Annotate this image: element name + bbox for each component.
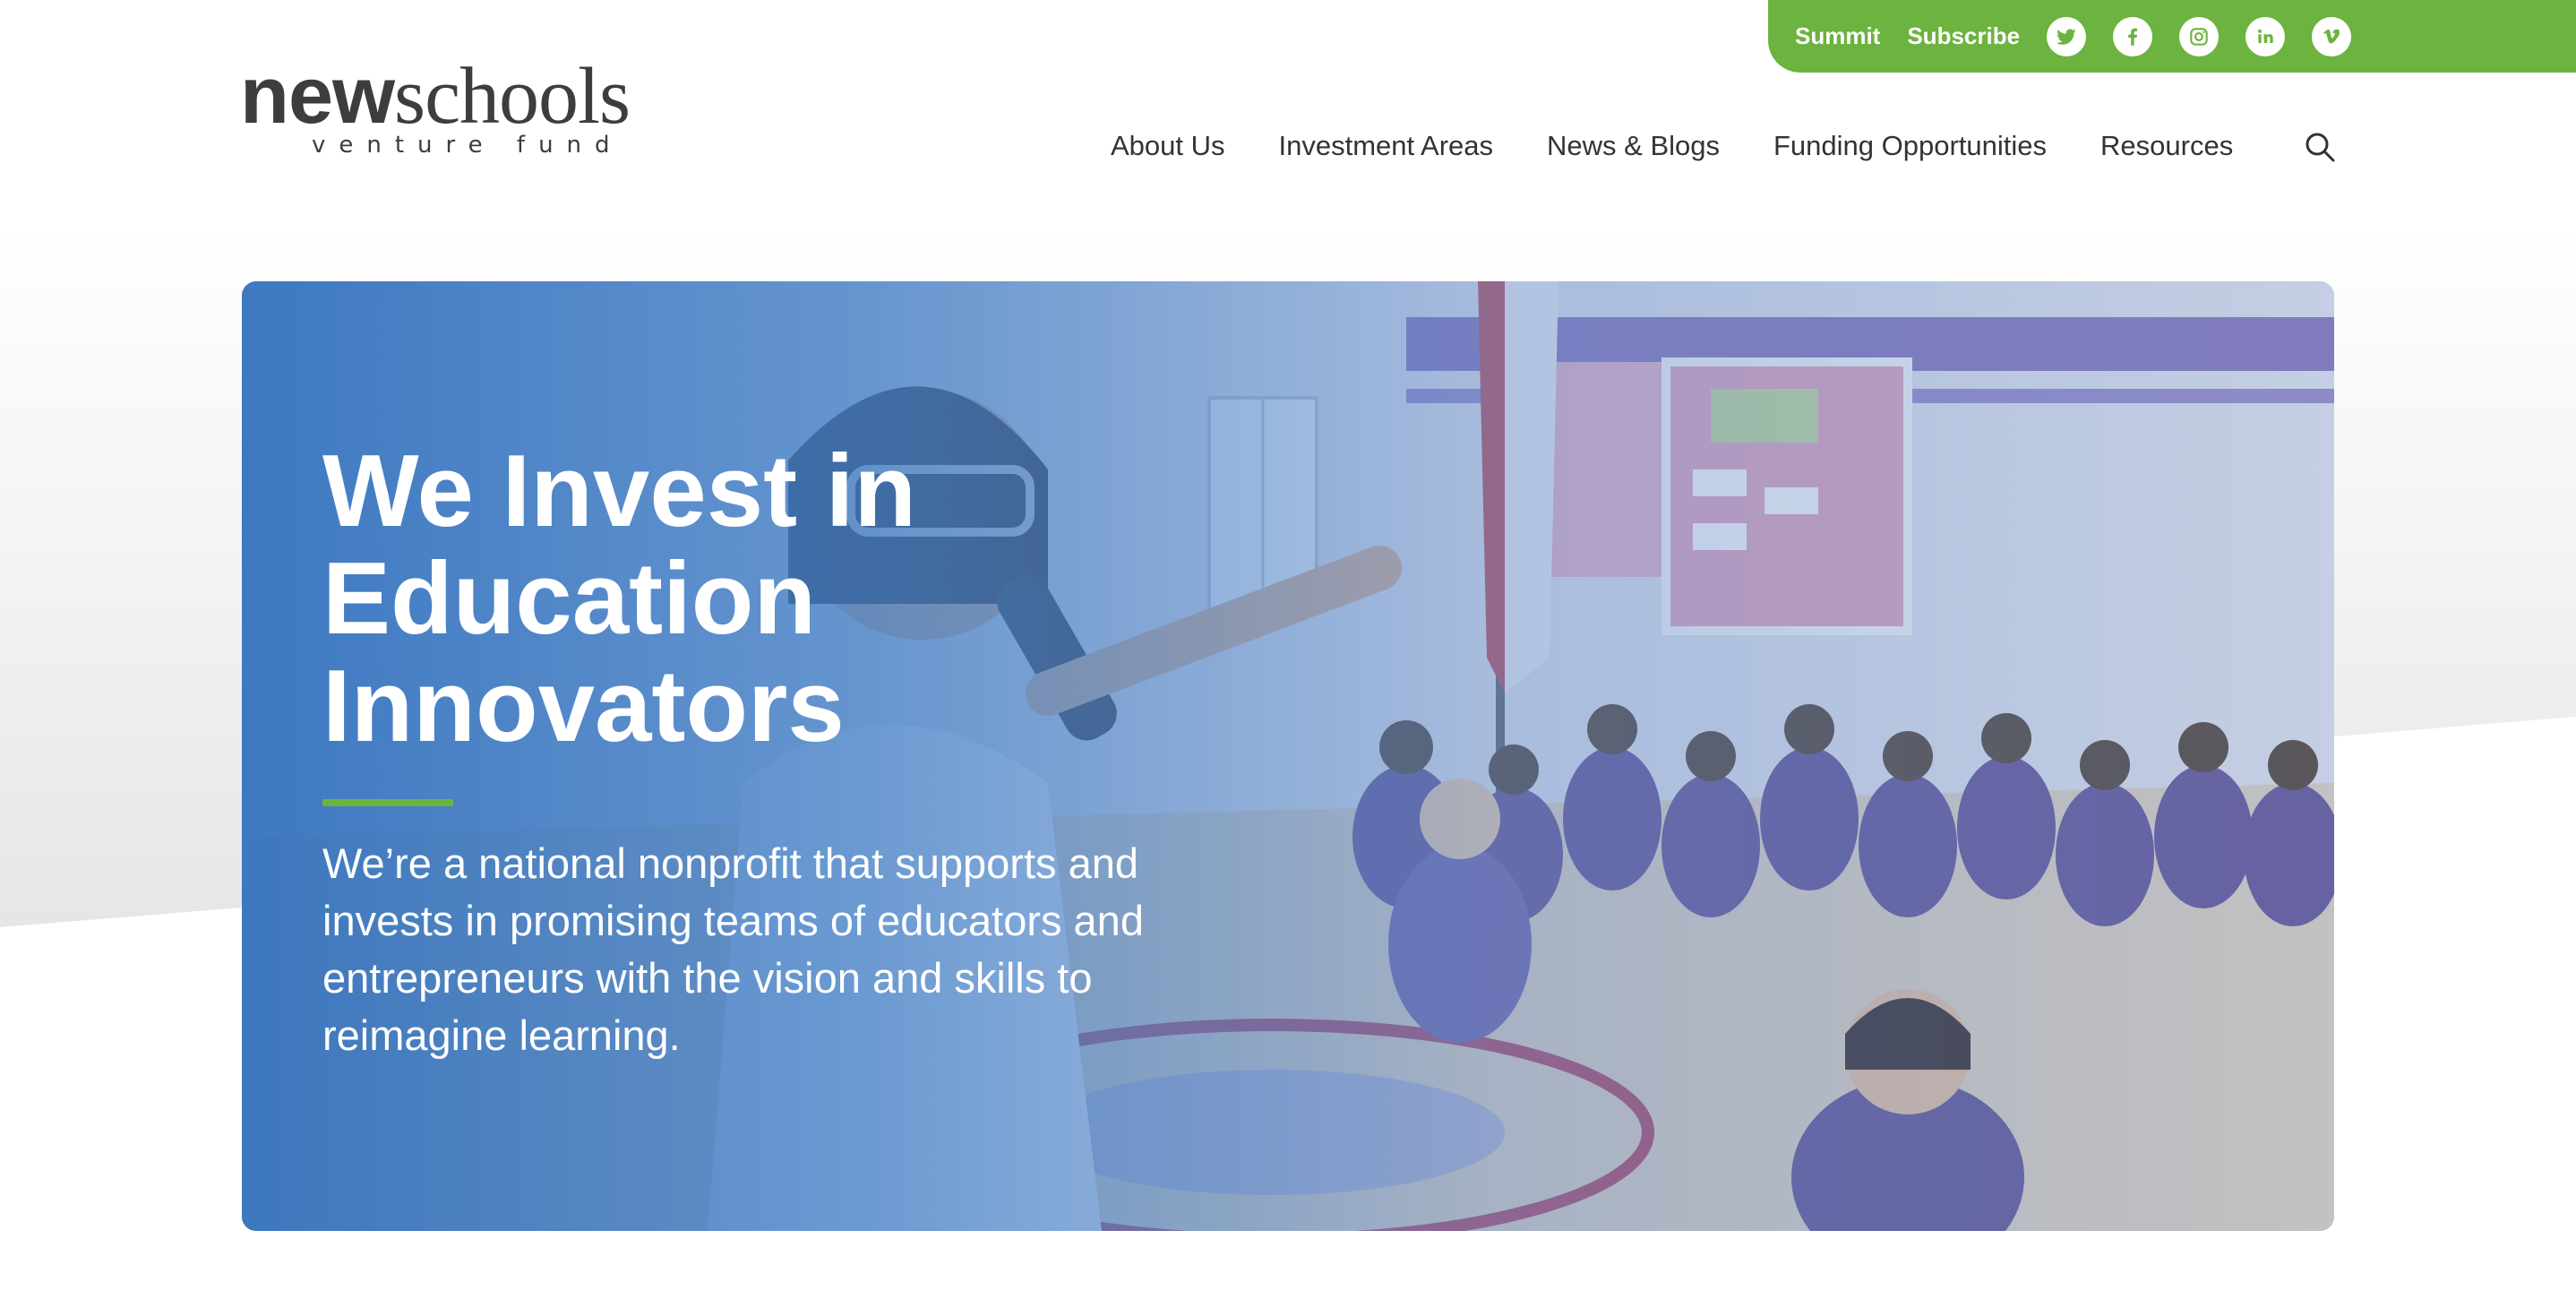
nav-item-investment-areas[interactable]: Investment Areas [1279,130,1494,162]
hero-description: We’re a national nonprofit that supports… [322,839,1144,1059]
logo-light-text: schools [394,52,631,141]
summit-link[interactable]: Summit [1795,22,1880,50]
vimeo-icon[interactable] [2312,16,2352,56]
search-icon[interactable] [2304,131,2336,163]
main-nav: About Us Investment Areas News & Blogs F… [1111,124,2287,168]
hero-title: We Invest in Education Innovators [322,435,917,763]
nav-item-about-us[interactable]: About Us [1111,130,1225,162]
logo-bold-text: new [240,51,395,141]
hero-accent-rule [322,799,453,806]
hero-banner: We Invest in Education Innovators We’re … [242,281,2334,1231]
instagram-icon[interactable] [2179,16,2220,56]
site-logo[interactable]: newschools venture fund [240,56,652,163]
page: Summit Subscribe newschools venture fund… [0,0,2576,1308]
subscribe-link[interactable]: Subscribe [1907,22,2020,50]
logo-wordmark: newschools [240,56,652,137]
logo-subtitle: venture fund [312,132,623,159]
utility-bar: Summit Subscribe [1768,0,2576,73]
nav-item-resources[interactable]: Resources [2100,130,2233,162]
nav-item-news-blogs[interactable]: News & Blogs [1547,130,1720,162]
nav-item-funding-opportunities[interactable]: Funding Opportunities [1773,130,2047,162]
facebook-icon[interactable] [2113,16,2153,56]
twitter-icon[interactable] [2047,16,2087,56]
linkedin-icon[interactable] [2245,16,2286,56]
